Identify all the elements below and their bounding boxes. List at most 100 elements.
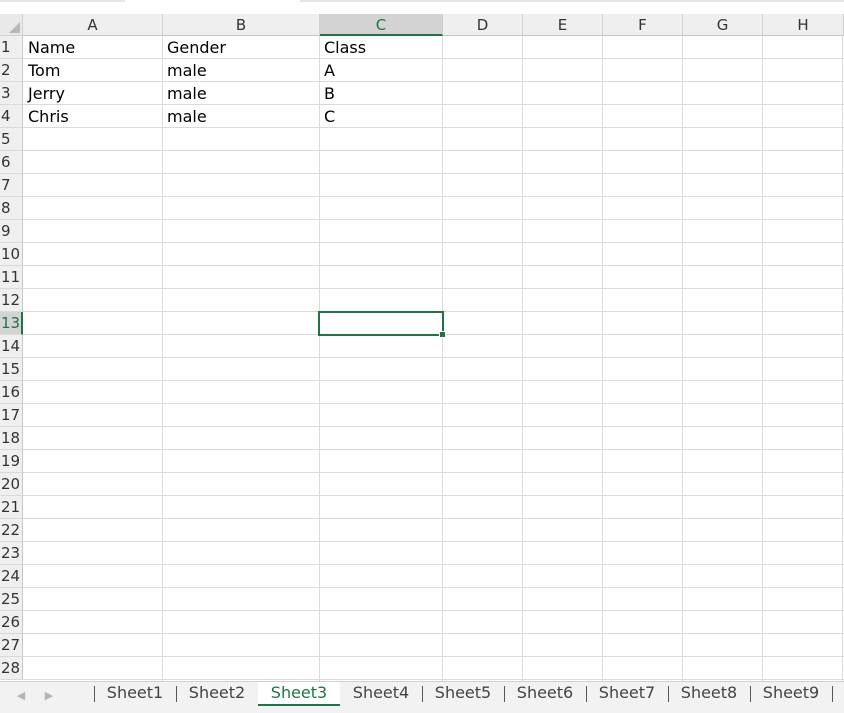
row-header[interactable]: 8 bbox=[0, 197, 23, 220]
row-gridline bbox=[23, 173, 844, 174]
tab-sheet7[interactable]: Sheet7 bbox=[586, 682, 668, 706]
cell-b1[interactable]: Gender bbox=[162, 36, 319, 59]
row-header[interactable]: 5 bbox=[0, 128, 23, 151]
tab-sheet9[interactable]: Sheet9 bbox=[750, 682, 832, 706]
row-gridline bbox=[23, 541, 844, 542]
row-header[interactable]: 15 bbox=[0, 358, 23, 381]
row-header[interactable]: 16 bbox=[0, 381, 23, 404]
cell-a1[interactable]: Name bbox=[23, 36, 162, 59]
next-sheet-icon[interactable]: ▶ bbox=[40, 686, 58, 706]
tab-label: Sheet7 bbox=[598, 683, 656, 702]
row-header[interactable]: 6 bbox=[0, 151, 23, 174]
toolbar-strip bbox=[0, 0, 844, 14]
cell-c3[interactable]: B bbox=[319, 82, 442, 105]
tab-sheet8[interactable]: Sheet8 bbox=[668, 682, 750, 706]
row-gridline bbox=[23, 495, 844, 496]
tab-sheet5[interactable]: Sheet5 bbox=[422, 682, 504, 706]
row-gridline bbox=[23, 518, 844, 519]
column-header-c[interactable]: C bbox=[320, 14, 443, 36]
row-header[interactable]: 10 bbox=[0, 243, 23, 266]
row-gridline bbox=[23, 219, 844, 220]
row-header[interactable]: 19 bbox=[0, 450, 23, 473]
row-header[interactable]: 12 bbox=[0, 289, 23, 312]
toolbar-edge bbox=[300, 0, 844, 2]
row-gridline bbox=[23, 265, 844, 266]
tab-label: Sheet1 bbox=[106, 683, 164, 702]
tab-label: Sheet2 bbox=[188, 683, 246, 702]
tab-separator bbox=[504, 686, 505, 702]
tab-sheet4[interactable]: Sheet4 bbox=[340, 682, 422, 706]
row-header[interactable]: 23 bbox=[0, 542, 23, 565]
cell-c4[interactable]: C bbox=[319, 105, 442, 128]
row-gridline bbox=[23, 150, 844, 151]
tab-sheet2[interactable]: Sheet2 bbox=[176, 682, 258, 706]
cell-b3[interactable]: male bbox=[162, 82, 319, 105]
column-header-g[interactable]: G bbox=[683, 14, 763, 36]
row-header[interactable]: 22 bbox=[0, 519, 23, 542]
toolbar-edge bbox=[0, 0, 125, 2]
row-header[interactable]: 11 bbox=[0, 266, 23, 289]
select-all-triangle-icon bbox=[9, 22, 20, 33]
column-header-a[interactable]: A bbox=[23, 14, 163, 36]
column-gridline bbox=[682, 36, 683, 681]
column-gridline bbox=[319, 36, 320, 681]
row-gridline bbox=[23, 449, 844, 450]
cell-a4[interactable]: Chris bbox=[23, 105, 162, 128]
tab-separator bbox=[176, 686, 177, 702]
row-header[interactable]: 4 bbox=[0, 105, 23, 128]
row-header[interactable]: 25 bbox=[0, 588, 23, 611]
column-gridline bbox=[602, 36, 603, 681]
row-gridline bbox=[23, 357, 844, 358]
column-header-e[interactable]: E bbox=[523, 14, 603, 36]
cell-b2[interactable]: male bbox=[162, 59, 319, 82]
row-header[interactable]: 27 bbox=[0, 634, 23, 657]
tab-sheet3[interactable]: Sheet3 bbox=[258, 682, 340, 706]
cell-c1[interactable]: Class bbox=[319, 36, 442, 59]
cell-b4[interactable]: male bbox=[162, 105, 319, 128]
select-all-button[interactable] bbox=[0, 14, 23, 36]
row-header[interactable]: 24 bbox=[0, 565, 23, 588]
row-header[interactable]: 9 bbox=[0, 220, 23, 243]
sheet-tab-bar: ◀ ▶ Sheet1 Sheet2 Sheet3 Sheet4 Sheet5 S… bbox=[0, 681, 844, 713]
tab-separator bbox=[832, 686, 833, 702]
tab-overflow bbox=[832, 682, 844, 706]
tab-sheet6[interactable]: Sheet6 bbox=[504, 682, 586, 706]
row-gridline bbox=[23, 564, 844, 565]
row-header[interactable]: 20 bbox=[0, 473, 23, 496]
row-header[interactable]: 26 bbox=[0, 611, 23, 634]
row-header[interactable]: 28 bbox=[0, 657, 23, 680]
column-header-b[interactable]: B bbox=[163, 14, 320, 36]
tab-sheet1[interactable]: Sheet1 bbox=[94, 682, 176, 706]
tab-separator bbox=[422, 686, 423, 702]
column-header-f[interactable]: F bbox=[603, 14, 683, 36]
row-header[interactable]: 14 bbox=[0, 335, 23, 358]
column-gridline bbox=[522, 36, 523, 681]
column-header-d[interactable]: D bbox=[443, 14, 523, 36]
active-cell-c13[interactable] bbox=[318, 311, 446, 338]
cell-a3[interactable]: Jerry bbox=[23, 82, 162, 105]
row-header[interactable]: 1 bbox=[0, 36, 23, 59]
column-gridline bbox=[442, 36, 443, 681]
cell-a2[interactable]: Tom bbox=[23, 59, 162, 82]
row-gridline bbox=[23, 656, 844, 657]
row-header[interactable]: 17 bbox=[0, 404, 23, 427]
fill-handle[interactable] bbox=[439, 331, 446, 338]
row-header[interactable]: 3 bbox=[0, 82, 23, 105]
row-header[interactable]: 21 bbox=[0, 496, 23, 519]
row-header[interactable]: 2 bbox=[0, 59, 23, 82]
row-gridline bbox=[23, 633, 844, 634]
tab-label: Sheet4 bbox=[352, 683, 410, 702]
row-header-selected[interactable]: 13 bbox=[0, 312, 23, 335]
prev-sheet-icon[interactable]: ◀ bbox=[12, 686, 30, 706]
tab-label: Sheet6 bbox=[516, 683, 574, 702]
row-header[interactable]: 7 bbox=[0, 174, 23, 197]
tab-separator bbox=[94, 686, 95, 702]
column-header-h[interactable]: H bbox=[763, 14, 844, 36]
row-header[interactable]: 18 bbox=[0, 427, 23, 450]
row-gridline bbox=[23, 472, 844, 473]
row-gridline bbox=[23, 426, 844, 427]
tab-separator bbox=[586, 686, 587, 702]
cell-c2[interactable]: A bbox=[319, 59, 442, 82]
column-gridline bbox=[842, 36, 843, 681]
cell-grid[interactable]: Name Gender Class Tom male A Jerry male … bbox=[23, 36, 844, 681]
